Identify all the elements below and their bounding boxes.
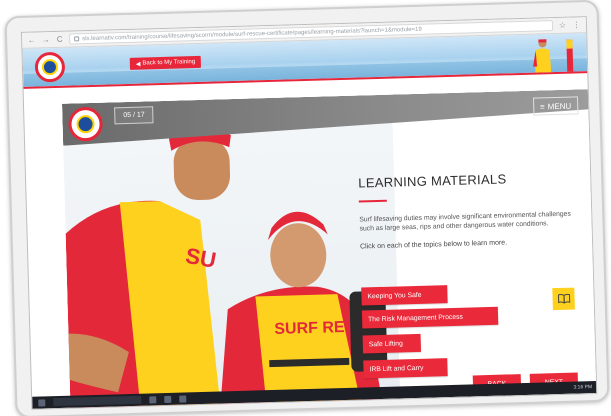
tablet-screen: ← → C sls.learnativ.com/training/course/…: [20, 16, 598, 410]
taskbar-search[interactable]: [53, 395, 142, 407]
menu-label: MENU: [547, 101, 572, 111]
taskbar-clock: 3:16 PM: [573, 384, 593, 391]
topic-button-risk-management-process[interactable]: The Risk Management Process: [361, 306, 499, 329]
page-counter: 05 / 17: [114, 106, 154, 125]
topic-button-keeping-you-safe[interactable]: Keeping You Safe: [361, 285, 448, 306]
learning-materials-content: LEARNING MATERIALS Surf lifesaving dutie…: [358, 169, 586, 251]
taskbar-app-icon[interactable]: [149, 395, 157, 403]
title-divider: [358, 199, 387, 203]
taskbar-app-icon[interactable]: [164, 395, 172, 403]
menu-button[interactable]: ≡ MENU: [532, 96, 579, 116]
hamburger-icon: ≡: [539, 101, 545, 111]
book-icon: [557, 293, 570, 304]
reload-icon[interactable]: C: [55, 35, 64, 44]
forward-nav-icon[interactable]: →: [41, 35, 50, 44]
course-module: SU SURF RESC 05 / 17 ≡ MENU LEARNING MAT…: [61, 89, 598, 410]
start-icon[interactable]: [38, 398, 46, 407]
arrow-left-icon: ◀: [135, 61, 141, 68]
back-nav-icon[interactable]: ←: [27, 35, 36, 45]
resources-book-button[interactable]: [552, 287, 575, 311]
more-menu-icon[interactable]: ⋮: [572, 20, 581, 29]
instruction-text: Click on each of the topics below to lea…: [359, 239, 508, 251]
taskbar-app-icon[interactable]: [179, 394, 187, 403]
back-to-training-button[interactable]: ◀ Back to My Training: [129, 55, 202, 70]
lock-icon: [74, 36, 80, 42]
bookmark-star-icon[interactable]: ☆: [558, 21, 567, 30]
intro-text: Surf lifesaving duties may involve signi…: [359, 210, 571, 233]
topic-button-safe-lifting[interactable]: Safe Lifting: [362, 333, 422, 354]
topic-button-irb-lift-and-carry[interactable]: IRB Lift and Carry: [363, 358, 448, 379]
tablet-device: ← → C sls.learnativ.com/training/course/…: [4, 0, 610, 416]
ocean-strip: [23, 58, 588, 87]
back-to-training-label: Back to My Training: [142, 59, 196, 67]
lifesaver-figure-illustration: [533, 39, 574, 75]
